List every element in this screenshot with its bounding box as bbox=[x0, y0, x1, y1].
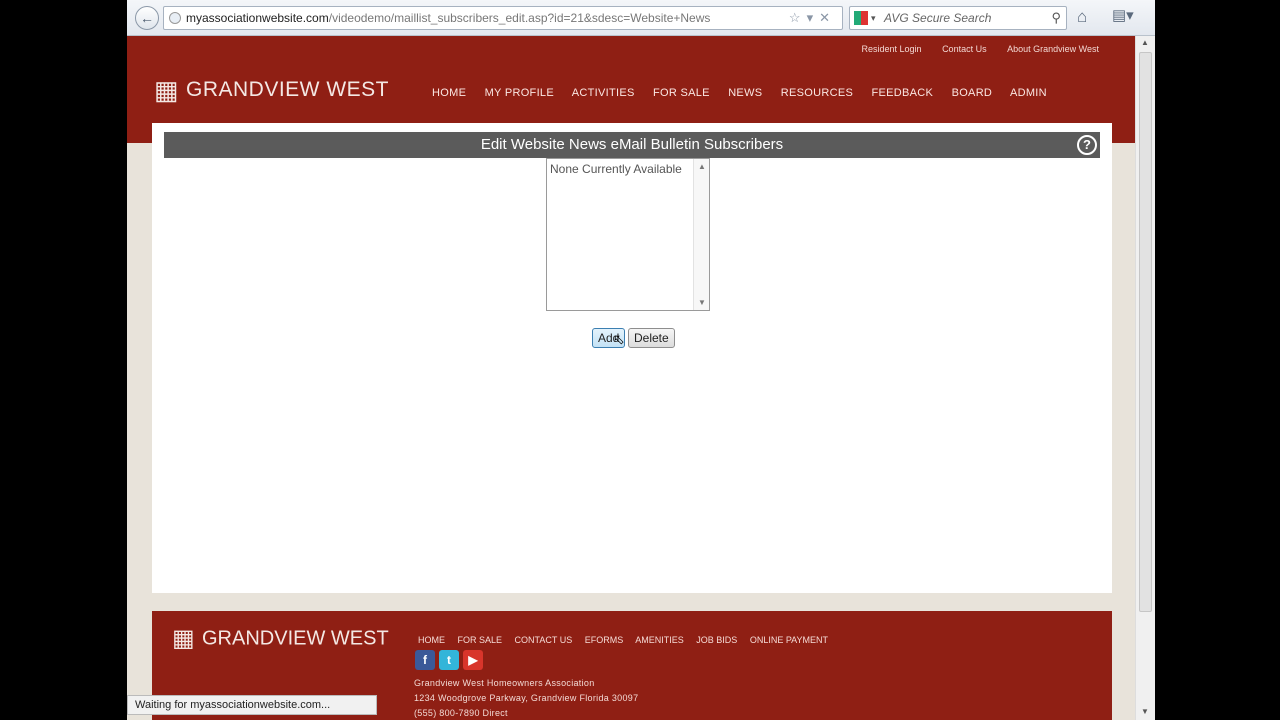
footer-link[interactable]: EFORMS bbox=[585, 635, 624, 645]
nav-item-board[interactable]: BOARD bbox=[952, 87, 993, 99]
utility-link[interactable]: Resident Login bbox=[862, 44, 922, 54]
nav-item-activities[interactable]: ACTIVITIES bbox=[572, 87, 635, 99]
utility-nav: Resident Login Contact Us About Grandvie… bbox=[844, 44, 1100, 54]
footer-link[interactable]: FOR SALE bbox=[458, 635, 503, 645]
scroll-up-icon[interactable]: ▲ bbox=[1141, 38, 1149, 47]
scroll-down-icon[interactable]: ▼ bbox=[1141, 707, 1149, 716]
search-placeholder: AVG Secure Search bbox=[884, 11, 992, 25]
page-scrollbar[interactable]: ▲ ▼ bbox=[1135, 36, 1155, 720]
web-page: Resident Login Contact Us About Grandvie… bbox=[127, 36, 1135, 720]
url-path: /videodemo/maillist_subscribers_edit.asp… bbox=[328, 11, 711, 25]
status-bar: Waiting for myassociationwebsite.com... bbox=[127, 695, 377, 715]
scrollbar-thumb[interactable] bbox=[1139, 52, 1152, 612]
twitter-icon[interactable]: t bbox=[439, 650, 459, 670]
site-logo[interactable]: ▦ GRANDVIEW WEST bbox=[154, 74, 389, 108]
browser-toolbar: ← myassociationwebsite.com/videodemo/mai… bbox=[127, 0, 1155, 36]
footer-nav: HOME FOR SALE CONTACT US EFORMS AMENITIE… bbox=[418, 635, 838, 645]
logo-text: GRANDVIEW WEST bbox=[186, 78, 390, 101]
search-box[interactable]: ▾ AVG Secure Search ⚲ bbox=[849, 6, 1067, 30]
nav-item-home[interactable]: HOME bbox=[432, 87, 466, 99]
footer-logo-text: GRANDVIEW WEST bbox=[202, 627, 389, 650]
footer-link[interactable]: HOME bbox=[418, 635, 445, 645]
scroll-up-icon[interactable]: ▲ bbox=[698, 162, 706, 171]
browser-window: ← myassociationwebsite.com/videodemo/mai… bbox=[127, 0, 1155, 720]
footer-logo[interactable]: ▦ GRANDVIEW WEST bbox=[172, 623, 389, 655]
nav-item-resources[interactable]: RESOURCES bbox=[781, 87, 853, 99]
nav-item-admin[interactable]: ADMIN bbox=[1010, 87, 1047, 99]
youtube-icon[interactable]: ▶ bbox=[463, 650, 483, 670]
footer-address: Grandview West Homeowners Association 12… bbox=[414, 676, 638, 720]
dropdown-icon[interactable]: ▾ bbox=[871, 7, 876, 29]
delete-button[interactable]: Delete bbox=[628, 328, 675, 348]
footer-link[interactable]: AMENITIES bbox=[635, 635, 684, 645]
footer-link[interactable]: JOB BIDS bbox=[696, 635, 737, 645]
utility-link[interactable]: Contact Us bbox=[942, 44, 987, 54]
url-tools: ☆▾✕ bbox=[789, 7, 836, 29]
address-line: (555) 800-7890 Direct bbox=[414, 708, 508, 718]
search-icon[interactable]: ⚲ bbox=[1051, 7, 1061, 29]
address-line: Grandview West Homeowners Association bbox=[414, 678, 595, 688]
home-icon[interactable]: ⌂ bbox=[1077, 7, 1087, 27]
footer-link[interactable]: ONLINE PAYMENT bbox=[750, 635, 828, 645]
footer-link[interactable]: CONTACT US bbox=[515, 635, 573, 645]
mouse-cursor-icon: ⬁ bbox=[613, 331, 625, 347]
page-title-bar: Edit Website News eMail Bulletin Subscri… bbox=[164, 132, 1100, 158]
list-empty-text: None Currently Available bbox=[550, 162, 682, 176]
dropdown-icon[interactable]: ▾ bbox=[807, 10, 820, 25]
scroll-down-icon[interactable]: ▼ bbox=[698, 298, 706, 307]
nav-item-news[interactable]: NEWS bbox=[728, 87, 762, 99]
nav-item-for-sale[interactable]: FOR SALE bbox=[653, 87, 710, 99]
building-logo-icon: ▦ bbox=[172, 625, 195, 652]
site-icon bbox=[169, 12, 181, 24]
utility-link[interactable]: About Grandview West bbox=[1007, 44, 1099, 54]
avg-logo-icon bbox=[854, 11, 868, 25]
address-line: 1234 Woodgrove Parkway, Grandview Florid… bbox=[414, 693, 639, 703]
bookmarks-icon[interactable]: ▤▾ bbox=[1112, 6, 1134, 24]
social-links: f t ▶ bbox=[415, 650, 487, 670]
nav-item-my-profile[interactable]: MY PROFILE bbox=[485, 87, 554, 99]
star-icon[interactable]: ☆ bbox=[789, 10, 807, 25]
content-panel: Edit Website News eMail Bulletin Subscri… bbox=[152, 123, 1112, 593]
subscribers-listbox[interactable]: None Currently Available ▲ ▼ bbox=[546, 158, 710, 311]
listbox-scrollbar[interactable]: ▲ ▼ bbox=[693, 159, 709, 310]
url-host: myassociationwebsite.com bbox=[186, 11, 329, 25]
help-icon[interactable]: ? bbox=[1077, 135, 1097, 155]
facebook-icon[interactable]: f bbox=[415, 650, 435, 670]
address-bar[interactable]: myassociationwebsite.com/videodemo/maill… bbox=[163, 6, 843, 30]
page-title: Edit Website News eMail Bulletin Subscri… bbox=[480, 136, 784, 153]
nav-item-feedback[interactable]: FEEDBACK bbox=[872, 87, 934, 99]
back-button[interactable]: ← bbox=[135, 6, 159, 30]
main-nav: HOME MY PROFILE ACTIVITIES FOR SALE NEWS… bbox=[432, 87, 1062, 99]
building-logo-icon: ▦ bbox=[154, 75, 180, 105]
close-icon[interactable]: ✕ bbox=[819, 10, 836, 25]
